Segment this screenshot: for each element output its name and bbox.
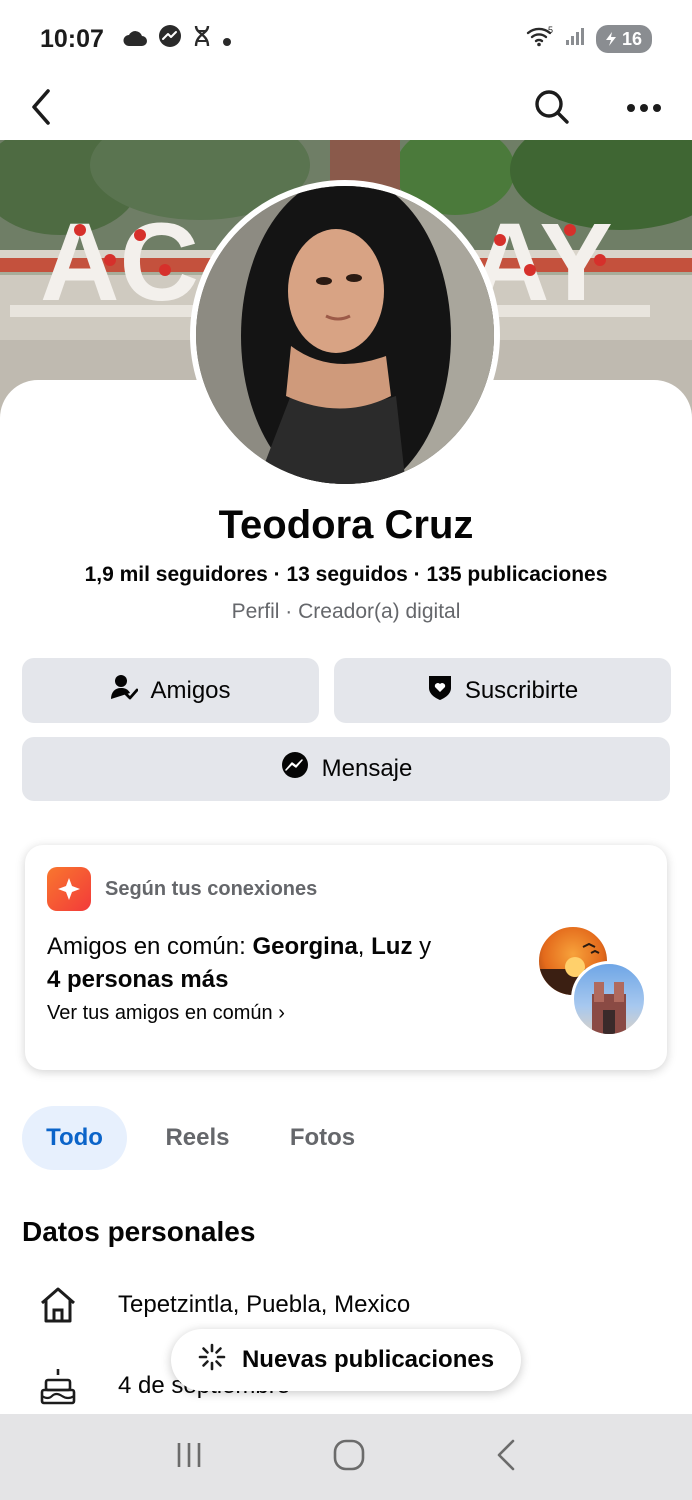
mutual-friend-avatar	[571, 961, 647, 1037]
message-label: Mensaje	[321, 755, 413, 782]
home-button-icon[interactable]	[332, 1438, 366, 1477]
cloud-icon	[122, 25, 148, 54]
new-posts-label: Nuevas publicaciones	[241, 1346, 495, 1373]
shield-heart-icon	[427, 673, 453, 708]
friends-label: Amigos	[150, 676, 231, 704]
mutual-others[interactable]: 4 personas más	[47, 966, 228, 993]
top-nav	[0, 78, 692, 140]
messenger-icon	[158, 24, 182, 55]
status-bar: 10:07 5 16	[0, 0, 692, 78]
mutual-friend-name[interactable]: Luz	[371, 933, 412, 960]
profile-stats[interactable]: 1,9 mil seguidores · 13 seguidos · 135 p…	[0, 563, 692, 587]
home-icon	[36, 1283, 80, 1327]
tab-reels[interactable]: Reels	[145, 1106, 250, 1170]
sparkle-icon	[47, 867, 91, 911]
tab-photos[interactable]: Fotos	[270, 1106, 375, 1170]
friends-check-icon	[110, 673, 139, 708]
battery-level: 16	[621, 28, 642, 49]
tab-all[interactable]: Todo	[22, 1106, 127, 1170]
svg-text:5: 5	[548, 25, 553, 35]
profile-avatar[interactable]	[190, 180, 500, 490]
mutual-friends-text: Amigos en común: Georgina, Luz y 4 perso…	[47, 933, 432, 993]
cake-icon	[36, 1364, 80, 1408]
system-nav-bar	[0, 1414, 692, 1500]
messenger-icon	[280, 751, 310, 788]
system-back-icon[interactable]	[493, 1438, 519, 1477]
mutual-friend-name[interactable]: Georgina	[252, 933, 357, 960]
subscribe-button[interactable]: Suscribirte	[334, 658, 671, 723]
recent-apps-icon[interactable]	[173, 1439, 205, 1476]
dna-icon	[192, 24, 212, 55]
info-location: Tepetzintla, Puebla, Mexico	[36, 1283, 410, 1327]
friends-button[interactable]: Amigos	[22, 658, 319, 723]
mutual-connections-card[interactable]: Según tus conexiones Amigos en común: Ge…	[25, 845, 667, 1070]
loading-icon	[198, 1343, 226, 1378]
status-time: 10:07	[40, 24, 104, 53]
search-icon[interactable]	[534, 89, 570, 130]
new-posts-button[interactable]: Nuevas publicaciones	[171, 1329, 521, 1391]
message-button[interactable]: Mensaje	[22, 737, 670, 801]
back-icon[interactable]	[24, 87, 60, 132]
wifi-icon: 5	[526, 25, 554, 54]
connections-heading: Según tus conexiones	[105, 878, 318, 900]
signal-icon	[564, 25, 586, 54]
see-mutual-friends-link[interactable]: Ver tus amigos en común ›	[47, 1002, 285, 1025]
dot-icon	[222, 25, 232, 54]
more-icon[interactable]	[626, 100, 662, 118]
location-text: Tepetzintla, Puebla, Mexico	[118, 1291, 411, 1318]
profile-category: Perfil · Creador(a) digital	[231, 600, 461, 623]
section-title: Datos personales	[22, 1216, 256, 1247]
battery-icon: 16	[595, 25, 652, 53]
subscribe-label: Suscribirte	[464, 676, 579, 704]
profile-name: Teodora Cruz	[218, 503, 474, 547]
